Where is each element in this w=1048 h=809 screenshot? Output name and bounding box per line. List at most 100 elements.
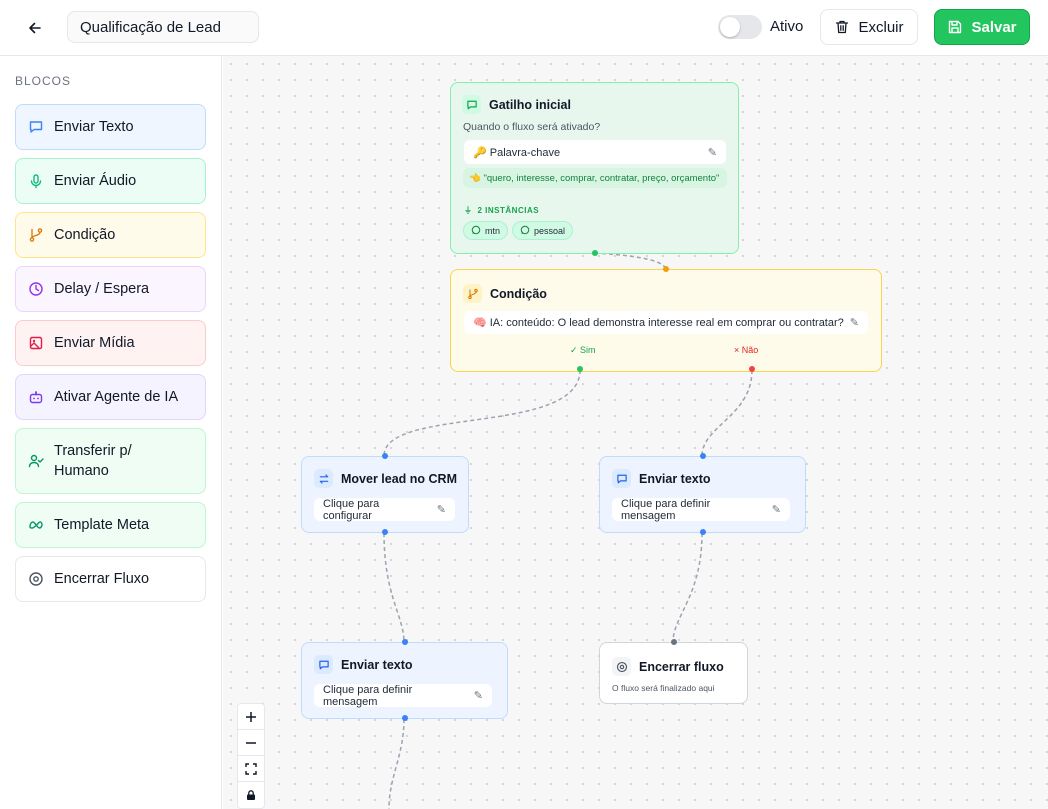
node-send-text-yes[interactable]: Enviar texto Clique para definir mensage…: [301, 639, 508, 721]
condition-yes-handle[interactable]: [577, 366, 583, 372]
top-bar: Ativo Excluir Salvar: [0, 0, 1048, 56]
node-header: Mover lead no CRM: [314, 469, 457, 488]
block-label: Enviar Áudio: [54, 173, 137, 189]
node-title: Condição: [490, 286, 547, 301]
text-yes-action: Clique para definir mensagem: [323, 683, 413, 708]
node-end-flow[interactable]: Encerrar fluxo O fluxo será finalizado a…: [599, 639, 748, 704]
text-yes-output-handle[interactable]: [402, 715, 408, 721]
block-label: Template Meta: [54, 517, 150, 533]
crm-output-handle[interactable]: [382, 529, 388, 535]
block-transferir-humano[interactable]: Transferir p/ Humano: [15, 428, 206, 494]
node-title: Enviar texto: [639, 471, 711, 486]
text-no-output-handle[interactable]: [700, 529, 706, 535]
message-square-icon: [462, 95, 481, 114]
node-trigger[interactable]: Gatilho inicial Quando o fluxo será ativ…: [450, 82, 739, 256]
arrow-left-icon: [29, 22, 41, 34]
block-label: Transferir p/ Humano: [54, 443, 132, 479]
node-title: Gatilho inicial: [489, 97, 571, 112]
blocks-sidebar: BLOCOS Enviar Texto Enviar Áudio Condiçã…: [0, 56, 222, 809]
message-square-icon: [28, 119, 44, 135]
instance-chip-mtn[interactable]: mtn: [463, 221, 509, 240]
zoom-in-button[interactable]: [238, 704, 264, 730]
fullscreen-icon: [245, 762, 257, 775]
edge-condition-yes-crm: [383, 369, 581, 457]
message-square-icon: [314, 655, 333, 674]
image-icon: [28, 335, 44, 351]
condition-no-label: × Não: [734, 345, 759, 355]
message-square-icon: [612, 469, 631, 488]
pencil-icon: ✎: [436, 504, 446, 516]
crm-input-handle[interactable]: [382, 453, 388, 459]
block-delay[interactable]: Delay / Espera: [15, 266, 206, 312]
minus-icon: [246, 741, 256, 744]
git-branch-icon: [463, 284, 482, 303]
node-move-crm[interactable]: Mover lead no CRM Clique para configurar…: [301, 453, 469, 535]
git-branch-icon: [28, 227, 44, 243]
node-condition[interactable]: Condição 🧠 IA: conteúdo: O lead demonstr…: [450, 266, 882, 372]
condition-no-handle[interactable]: [749, 366, 755, 372]
condition-input-handle[interactable]: [663, 266, 669, 272]
edge-trigger-condition: [594, 252, 667, 270]
zoom-controls: [237, 703, 265, 809]
trigger-mode: 🔑 Palavra-chave: [473, 146, 561, 159]
trigger-keywords: 👈 "quero, interesse, comprar, contratar,…: [463, 168, 727, 188]
back-button[interactable]: [22, 15, 48, 41]
delete-button-label: Excluir: [858, 18, 904, 36]
text-no-action: Clique para definir mensagem: [621, 497, 711, 522]
condition-expression: 🧠 IA: conteúdo: O lead demonstra interes…: [473, 317, 844, 329]
condition-expression-field[interactable]: 🧠 IA: conteúdo: O lead demonstra interes…: [464, 311, 868, 334]
instances-label: 2 INSTÂNCIAS: [477, 206, 540, 215]
node-title: Enviar texto: [341, 657, 413, 672]
instance-name: mtn: [485, 225, 501, 236]
trash-icon: [836, 20, 849, 34]
pencil-icon: ✎: [473, 690, 483, 702]
flow-canvas[interactable]: Gatilho inicial Quando o fluxo será ativ…: [223, 56, 1048, 809]
end-description: O fluxo será finalizado aqui: [612, 683, 715, 693]
block-enviar-texto[interactable]: Enviar Texto: [15, 104, 206, 150]
text-yes-input-handle[interactable]: [402, 639, 408, 645]
edge-condition-no-text: [701, 369, 753, 457]
instances-header: ⏚ 2 INSTÂNCIAS: [464, 205, 539, 216]
block-enviar-midia[interactable]: Enviar Mídia: [15, 320, 206, 366]
lock-button[interactable]: [238, 782, 264, 808]
user-check-icon: [28, 453, 44, 469]
end-input-handle[interactable]: [671, 639, 677, 645]
stop-circle-icon: [612, 657, 631, 676]
crm-action: Clique para configurar: [323, 497, 380, 522]
fit-view-button[interactable]: [238, 756, 264, 782]
arrows-exchange-icon: [314, 469, 333, 488]
crm-config-field[interactable]: Clique para configurar ✎: [314, 497, 455, 522]
block-template-meta[interactable]: Template Meta: [15, 502, 206, 548]
block-agente-ia[interactable]: Ativar Agente de IA: [15, 374, 206, 420]
node-title: Mover lead no CRM: [341, 471, 457, 486]
node-send-text-no[interactable]: Enviar texto Clique para definir mensage…: [599, 453, 806, 535]
edge-crm-text: [383, 532, 405, 643]
node-header: Encerrar fluxo: [612, 657, 724, 676]
instance-chip-pessoal[interactable]: pessoal: [512, 221, 574, 240]
save-button[interactable]: Salvar: [934, 9, 1030, 45]
block-label: Condição: [54, 227, 116, 243]
block-label: Delay / Espera: [54, 281, 150, 297]
edge-text-next: [388, 718, 405, 809]
text-no-message-field[interactable]: Clique para definir mensagem ✎: [612, 497, 790, 522]
delete-button[interactable]: Excluir: [820, 9, 918, 45]
block-encerrar-fluxo[interactable]: Encerrar Fluxo: [15, 556, 206, 602]
node-header: Gatilho inicial: [462, 95, 571, 114]
trigger-output-handle[interactable]: [592, 250, 598, 256]
trigger-question: Quando o fluxo será ativado?: [463, 121, 601, 133]
block-condicao[interactable]: Condição: [15, 212, 206, 258]
zoom-out-button[interactable]: [238, 730, 264, 756]
stop-circle-icon: [28, 571, 44, 587]
node-title: Encerrar fluxo: [639, 659, 724, 674]
active-toggle[interactable]: [718, 15, 762, 39]
edge-text-end: [672, 532, 703, 643]
text-yes-message-field[interactable]: Clique para definir mensagem ✎: [314, 683, 492, 708]
whatsapp-icon: [520, 225, 530, 237]
trigger-mode-field[interactable]: 🔑 Palavra-chave ✎: [464, 140, 726, 164]
text-no-input-handle[interactable]: [700, 453, 706, 459]
block-label: Enviar Mídia: [54, 335, 135, 351]
flow-name-input[interactable]: [67, 11, 259, 43]
block-enviar-audio[interactable]: Enviar Áudio: [15, 158, 206, 204]
node-header: Enviar texto: [314, 655, 413, 674]
node-header: Enviar texto: [612, 469, 711, 488]
